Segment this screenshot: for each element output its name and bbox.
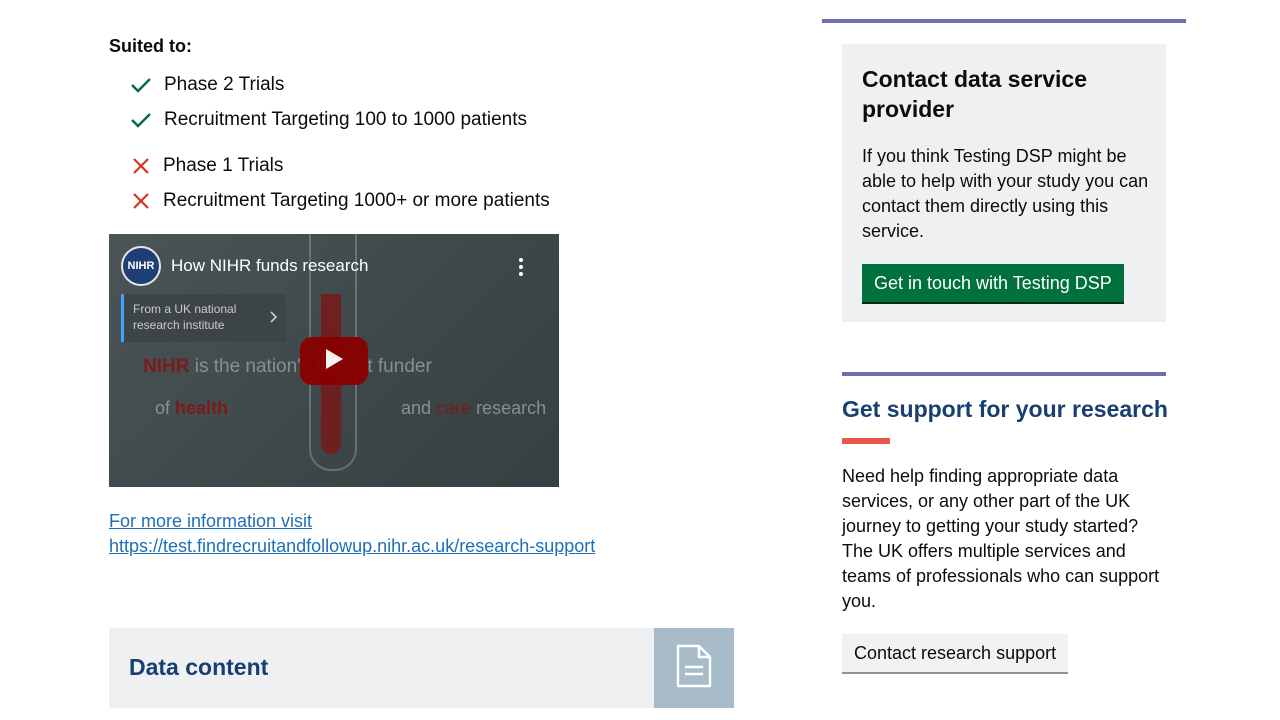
data-content-title: Data content: [129, 654, 269, 680]
document-icon: [674, 643, 714, 694]
video-bg-text: NIHR is the nation's largest funder: [143, 356, 432, 377]
more-options-icon[interactable]: [514, 256, 528, 278]
support-title: Get support for your research: [842, 396, 1168, 422]
more-info-link[interactable]: For more information visit https://test.…: [109, 509, 595, 559]
more-info-link-url: https://test.findrecruitandfollowup.nihr…: [109, 536, 596, 556]
title-accent-bar: [842, 438, 890, 444]
play-button[interactable]: [300, 337, 368, 385]
check-icon: [130, 109, 152, 131]
info-card[interactable]: From a UK national research institute: [121, 294, 286, 342]
cross-icon: [130, 190, 152, 212]
section-divider: [822, 19, 1186, 23]
check-icon: [130, 74, 152, 96]
contact-provider-panel: Contact data service provider If you thi…: [842, 44, 1166, 322]
video-player[interactable]: NIHR is the nation's largest funder of h…: [109, 234, 559, 487]
video-title[interactable]: How NIHR funds research: [171, 256, 368, 276]
data-content-panel: Data content: [109, 628, 734, 708]
suited-negative-label: Recruitment Targeting 1000+ or more pati…: [163, 190, 550, 211]
suited-positive-item: Phase 2 Trials: [130, 74, 284, 96]
section-divider: [842, 372, 1166, 376]
suited-negative-label: Phase 1 Trials: [163, 155, 284, 176]
suited-positive-label: Recruitment Targeting 100 to 1000 patien…: [164, 109, 527, 130]
contact-body: If you think Testing DSP might be able t…: [862, 146, 1149, 241]
suited-negative-item: Recruitment Targeting 1000+ or more pati…: [130, 190, 550, 212]
suited-negative-item: Phase 1 Trials: [130, 155, 283, 177]
get-in-touch-button[interactable]: Get in touch with Testing DSP: [862, 264, 1124, 302]
video-bg-text: and care research: [401, 398, 547, 418]
chevron-right-icon: [268, 310, 278, 324]
more-info-link-text: For more information visit: [109, 511, 313, 531]
suited-positive-label: Phase 2 Trials: [164, 74, 285, 95]
suited-positive-item: Recruitment Targeting 100 to 1000 patien…: [130, 109, 527, 131]
support-body: Need help finding appropriate data servi…: [842, 466, 1160, 611]
play-icon: [324, 348, 344, 375]
channel-logo[interactable]: NIHR: [121, 246, 161, 286]
data-content-icon-box: [654, 628, 734, 708]
suited-to-label: Suited to:: [109, 36, 192, 56]
cross-icon: [130, 155, 152, 177]
contact-title: Contact data service provider: [862, 66, 1087, 122]
video-bg-text: of health: [155, 398, 229, 418]
contact-research-support-button[interactable]: Contact research support: [842, 634, 1069, 672]
info-card-text: From a UK national research institute: [133, 302, 237, 332]
